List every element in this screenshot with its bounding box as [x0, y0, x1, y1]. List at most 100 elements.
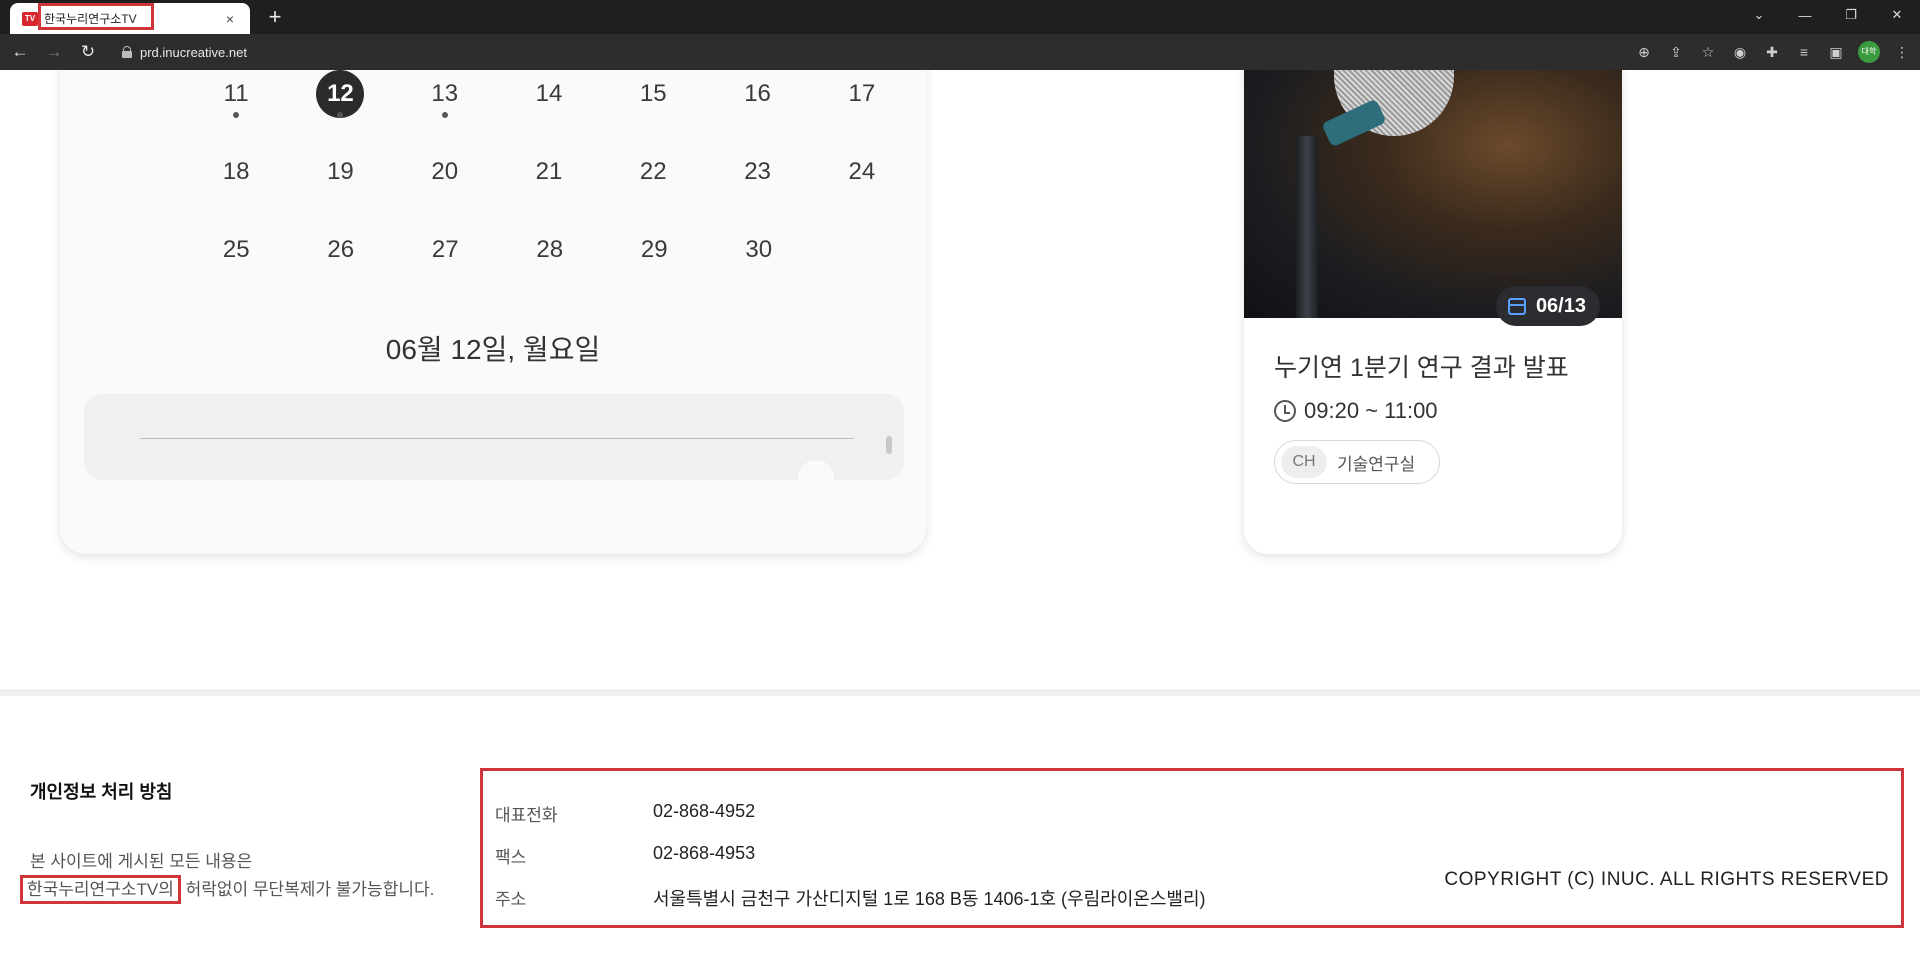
- browser-tab-strip: TV 한국누리연구소TV × + ⌄ — ❐ ✕: [0, 0, 1920, 34]
- calendar-day-number: 13: [431, 80, 459, 107]
- calendar-day[interactable]: 26: [289, 222, 394, 300]
- profile-avatar[interactable]: 대학: [1858, 41, 1880, 63]
- calendar-day-number: 29: [640, 236, 668, 263]
- calendar-day-number: 21: [535, 158, 563, 185]
- window-controls: ⌄ — ❐ ✕: [1736, 0, 1920, 30]
- calendar-day-number: 24: [848, 158, 876, 185]
- copyright-text: COPYRIGHT (C) INUC. ALL RIGHTS RESERVED: [1444, 869, 1889, 890]
- calendar-day[interactable]: 16: [705, 70, 809, 144]
- calendar-day-number: 12: [316, 70, 365, 118]
- side-panel-icon[interactable]: ▣: [1826, 42, 1846, 62]
- calendar-week: 25 26 27 28 29 30: [184, 222, 914, 300]
- calendar-day-number: 18: [222, 158, 250, 185]
- calendar-day[interactable]: 23: [705, 144, 809, 222]
- calendar-day-number: 14: [535, 80, 563, 107]
- schedule-list[interactable]: [84, 394, 904, 480]
- site-favicon: TV: [22, 11, 38, 26]
- copyright-notice: 본 사이트에 게시된 모든 내용은 한국누리연구소TV의 허락없이 무단복제가 …: [20, 848, 435, 904]
- calendar-day[interactable]: 25: [184, 222, 289, 300]
- event-time: 09:20 ~ 11:00: [1304, 398, 1438, 423]
- close-tab-icon[interactable]: ×: [222, 11, 238, 27]
- event-dot: [441, 112, 448, 118]
- calendar-day-number: 16: [744, 80, 771, 107]
- channel-chip[interactable]: CH 기술연구실: [1274, 440, 1441, 484]
- contact-row-phone: 대표전화 02-868-4952: [495, 801, 755, 826]
- calendar-day-number: 17: [848, 80, 876, 107]
- calendar-day-number: 28: [536, 236, 564, 263]
- event-title[interactable]: 누기연 1분기 연구 결과 발표: [1274, 348, 1569, 384]
- calendar-day-selected[interactable]: 12: [288, 70, 392, 144]
- calendar-day-number: 23: [744, 158, 771, 185]
- calendar-day[interactable]: 30: [707, 222, 812, 300]
- calendar-day-number: 30: [745, 236, 773, 263]
- bookmark-star-icon[interactable]: ☆: [1698, 42, 1718, 62]
- contact-value: 서울특별시 금천구 가산디지털 1로 168 B동 1406-1호 (우림라이온…: [653, 889, 1206, 909]
- contact-value: 02-868-4953: [653, 843, 756, 863]
- calendar-grid: 11 12 13 14 15 16 17 18 19 20 21 22 23 24 25 26 27 28 29 30: [184, 70, 914, 300]
- calendar-day-number: 19: [327, 158, 354, 185]
- browser-toolbar: ← → ↻ prd.inucreative.net: [0, 34, 1920, 70]
- lock-icon[interactable]: [122, 46, 132, 58]
- schedule-divider: [140, 438, 854, 439]
- channel-name: 기술연구실: [1337, 454, 1416, 474]
- calendar-day[interactable]: 22: [601, 144, 705, 222]
- calendar-icon: [1507, 297, 1526, 315]
- close-window-icon[interactable]: ✕: [1874, 7, 1920, 23]
- event-date-badge: 06/13: [1495, 286, 1600, 326]
- event-card[interactable]: 06/13 누기연 1분기 연구 결과 발표 09:20 ~ 11:00 CH …: [1244, 70, 1622, 554]
- calendar-day[interactable]: 15: [601, 70, 705, 144]
- reload-icon[interactable]: ↻: [74, 38, 102, 66]
- notice-line-2-rest: 허락없이 무단복제가 불가능합니다.: [180, 880, 435, 899]
- tab-title-highlight: [38, 3, 154, 30]
- calendar-day[interactable]: 28: [498, 222, 603, 300]
- reading-list-icon[interactable]: ≡: [1794, 42, 1814, 62]
- zoom-icon[interactable]: ⊕: [1634, 42, 1654, 62]
- schedule-bump: [798, 460, 834, 480]
- contact-label: 대표전화: [495, 806, 558, 825]
- microphone-stand: [1296, 136, 1318, 318]
- calendar-day[interactable]: 11: [184, 70, 288, 144]
- restore-icon[interactable]: ❐: [1828, 7, 1874, 23]
- contact-label: 팩스: [495, 848, 527, 867]
- calendar-day[interactable]: 14: [497, 70, 601, 144]
- calendar-day[interactable]: 27: [393, 222, 498, 300]
- minimize-icon[interactable]: —: [1782, 8, 1828, 23]
- calendar-day[interactable]: 20: [393, 144, 497, 222]
- channel-badge: CH: [1281, 446, 1327, 478]
- calendar-day[interactable]: 18: [184, 144, 288, 222]
- back-icon[interactable]: ←: [6, 38, 34, 66]
- camera-icon[interactable]: ◉: [1730, 42, 1750, 62]
- address-bar[interactable]: prd.inucreative.net: [108, 38, 1708, 66]
- calendar-day-number: 20: [431, 158, 459, 185]
- calendar-day[interactable]: 17: [810, 70, 914, 144]
- event-thumbnail: [1244, 70, 1622, 318]
- calendar-card: 11 12 13 14 15 16 17 18 19 20 21 22 23 24 25 26 27 28 29 30…: [60, 70, 926, 554]
- calendar-week: 18 19 20 21 22 23 24: [184, 144, 914, 222]
- tab-search-icon[interactable]: ⌄: [1736, 7, 1782, 23]
- new-tab-button[interactable]: +: [262, 5, 288, 31]
- contact-info: 대표전화 02-868-4952 팩스 02-868-4953 주소 서울특별시…: [480, 768, 1904, 928]
- forward-icon[interactable]: →: [40, 38, 68, 66]
- calendar-day[interactable]: 29: [602, 222, 707, 300]
- url-text[interactable]: prd.inucreative.net: [140, 45, 247, 60]
- calendar-week: 11 12 13 14 15 16 17: [184, 70, 914, 144]
- calendar-day[interactable]: 21: [497, 144, 601, 222]
- page-content: 11 12 13 14 15 16 17 18 19 20 21 22 23 24 25 26 27 28 29 30…: [0, 70, 1920, 969]
- calendar-day-number: 11: [223, 80, 249, 107]
- calendar-day[interactable]: 24: [810, 144, 914, 222]
- privacy-policy-link[interactable]: 개인정보 처리 방침: [30, 778, 172, 804]
- share-icon[interactable]: ⇪: [1666, 42, 1686, 62]
- extensions-icon[interactable]: ✚: [1762, 42, 1782, 62]
- calendar-day-number: 27: [431, 236, 459, 263]
- calendar-day[interactable]: 13: [393, 70, 497, 144]
- contact-row-fax: 팩스 02-868-4953: [495, 843, 755, 868]
- calendar-day[interactable]: 19: [288, 144, 392, 222]
- notice-line-1: 본 사이트에 게시된 모든 내용은: [30, 852, 253, 871]
- event-time-row: 09:20 ~ 11:00: [1274, 398, 1438, 424]
- contact-row-address: 주소 서울특별시 금천구 가산디지털 1로 168 B동 1406-1호 (우림…: [495, 885, 1206, 911]
- calendar-day-number: 22: [639, 158, 667, 185]
- menu-kebab-icon[interactable]: ⋮: [1892, 42, 1912, 62]
- notice-highlight: 한국누리연구소TV의: [20, 875, 181, 904]
- schedule-scrollbar[interactable]: [886, 436, 892, 454]
- toolbar-icons: ⊕ ⇪ ☆ ◉ ✚ ≡ ▣ 대학 ⋮: [1634, 34, 1912, 70]
